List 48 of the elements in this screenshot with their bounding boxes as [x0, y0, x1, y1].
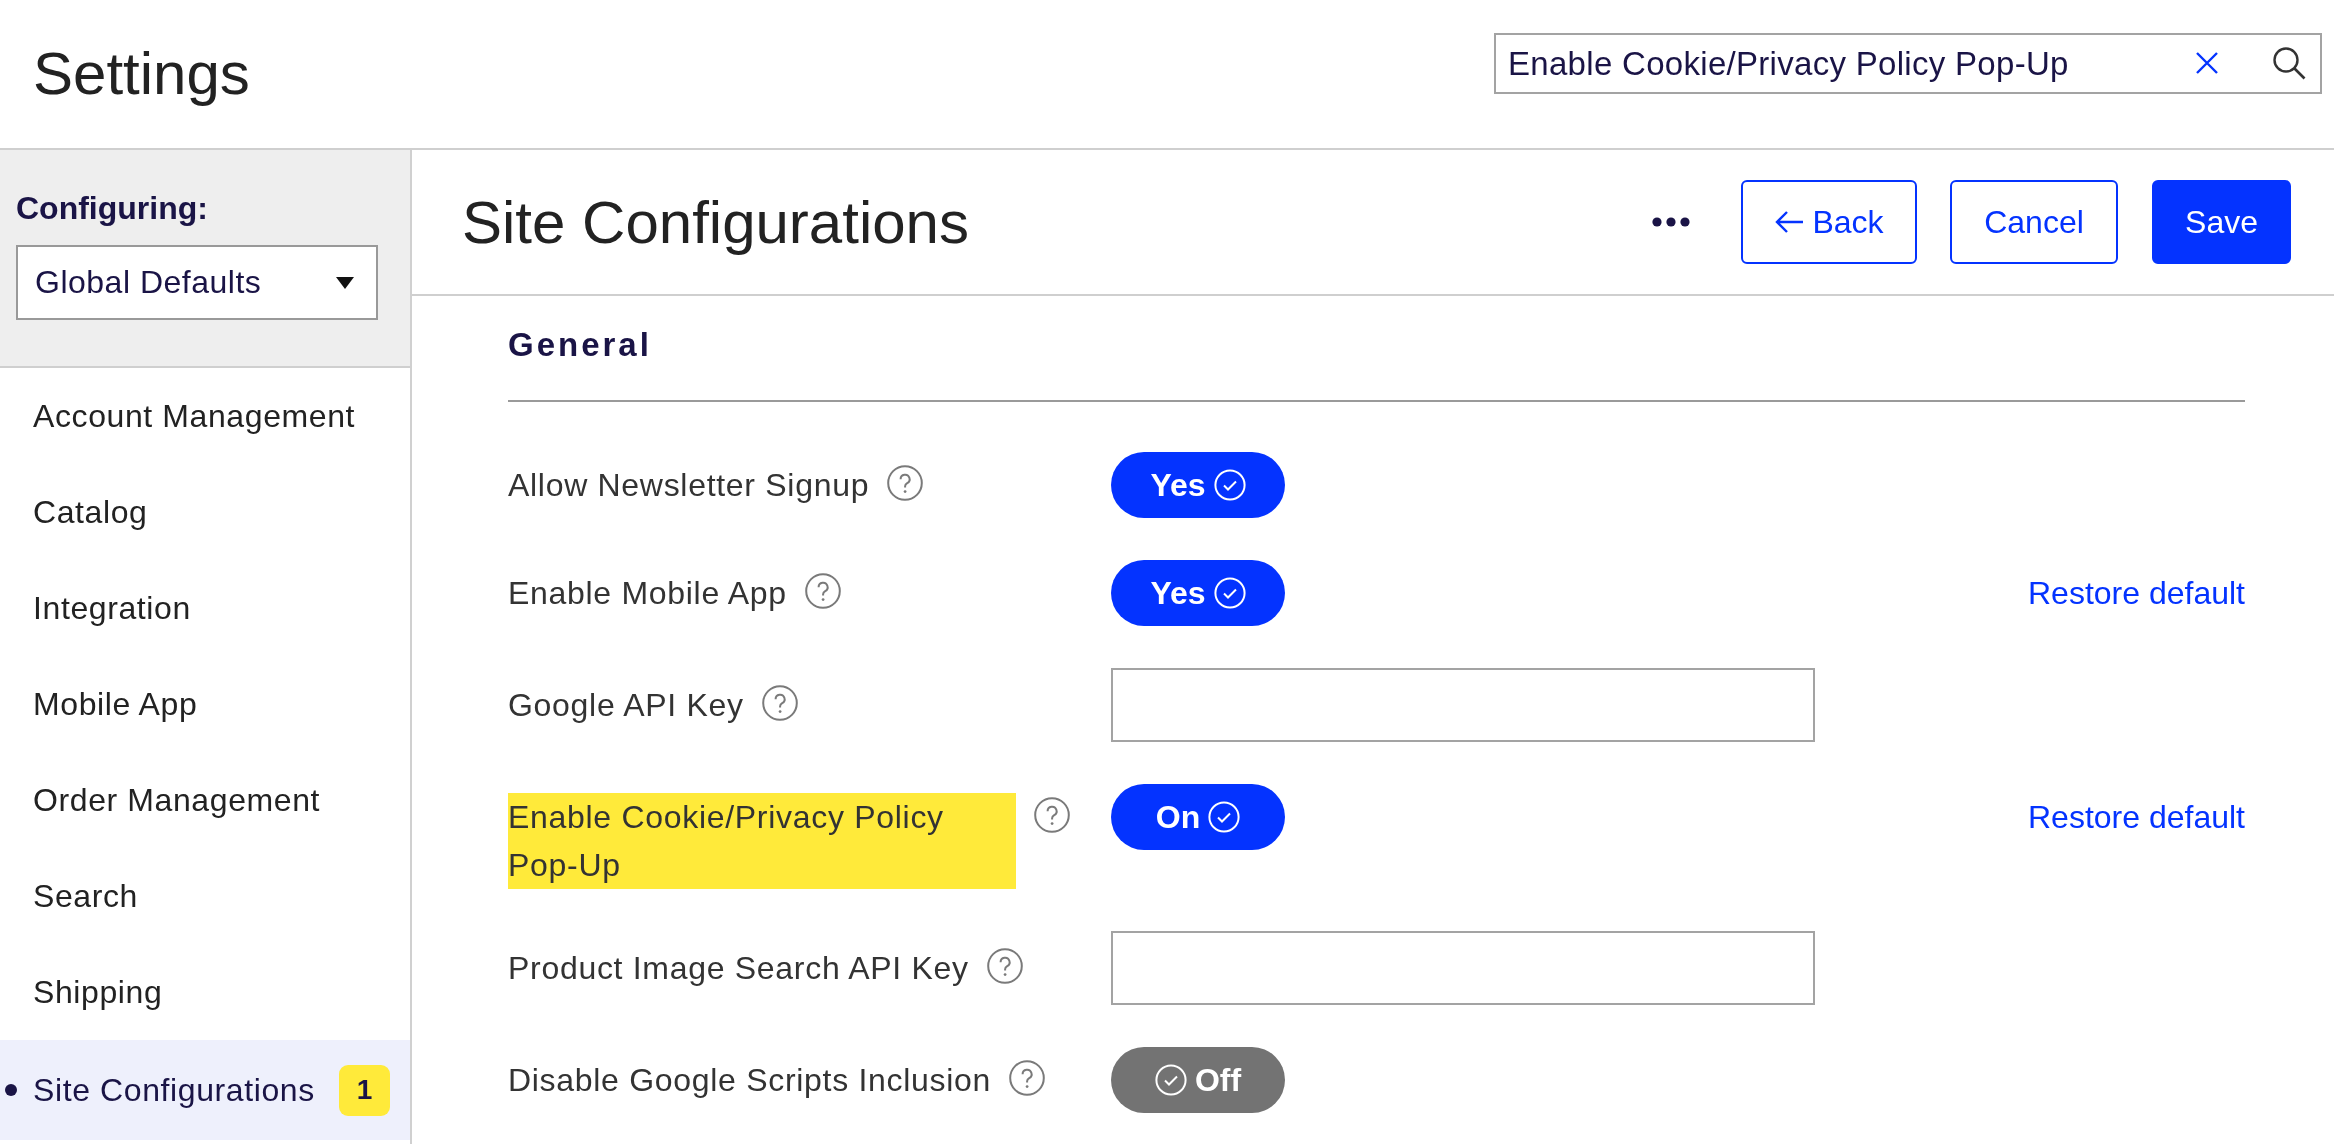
- caret-icon: [336, 276, 354, 289]
- scope-dropdown[interactable]: Global Defaults: [16, 245, 378, 320]
- clear-icon[interactable]: [2195, 51, 2219, 75]
- setting-label: Enable Mobile App: [508, 574, 787, 613]
- setting-label: Disable Google Scripts Inclusion: [508, 1061, 992, 1100]
- check-circle-icon: [1213, 469, 1246, 501]
- help-icon[interactable]: [1009, 1060, 1046, 1096]
- text-field[interactable]: [1111, 668, 1815, 742]
- cancel-button[interactable]: Cancel: [1950, 180, 2118, 264]
- sidebar-item[interactable]: Catalog: [0, 464, 410, 560]
- toggle-switch[interactable]: Yes: [1111, 452, 1285, 518]
- sidebar-item[interactable]: Site Configurations 1: [0, 1040, 410, 1140]
- help-icon[interactable]: [887, 465, 924, 501]
- sidebar-item[interactable]: Order Management: [0, 752, 410, 848]
- help-icon[interactable]: [1034, 797, 1070, 833]
- check-circle-icon: [1154, 1064, 1187, 1096]
- toggle-switch[interactable]: Yes: [1111, 560, 1285, 626]
- setting-label: Enable Cookie/Privacy Policy Pop-Up: [508, 793, 1016, 889]
- arrow-left-icon: [1774, 210, 1805, 234]
- sidebar-item[interactable]: Account Management: [0, 368, 410, 464]
- search-icon[interactable]: [2272, 46, 2306, 80]
- check-circle-icon: [1208, 801, 1241, 833]
- section-title: General: [508, 325, 652, 365]
- restore-default-link[interactable]: Restore default: [2028, 799, 2245, 835]
- restore-default-link[interactable]: Restore default: [2028, 575, 2245, 611]
- setting-label: Allow Newsletter Signup: [508, 466, 870, 505]
- setting-label: Google API Key: [508, 686, 744, 725]
- configuring-label: Configuring:: [16, 190, 209, 226]
- help-icon[interactable]: [804, 573, 841, 609]
- search-field[interactable]: Enable Cookie/Privacy Policy Pop-Up: [1494, 33, 2322, 94]
- sidebar-item[interactable]: Search: [0, 848, 410, 944]
- text-field[interactable]: [1111, 931, 1815, 1005]
- check-circle-icon: [1213, 577, 1246, 609]
- toggle-switch[interactable]: Off: [1111, 1047, 1285, 1113]
- sidebar-item[interactable]: Shipping: [0, 944, 410, 1040]
- more-icon[interactable]: [1652, 217, 1690, 227]
- setting-label: Product Image Search API Key: [508, 949, 969, 988]
- app-title: Settings: [33, 39, 250, 109]
- help-icon[interactable]: [986, 948, 1023, 984]
- toggle-switch[interactable]: On: [1111, 784, 1285, 850]
- count-badge: 1: [339, 1064, 390, 1116]
- sidebar-item[interactable]: Integration: [0, 560, 410, 656]
- sidebar-item[interactable]: Mobile App: [0, 656, 410, 752]
- bullet-icon: [5, 1084, 17, 1096]
- page-title: Site Configurations: [462, 187, 969, 257]
- save-button[interactable]: Save: [2152, 180, 2291, 264]
- help-icon[interactable]: [761, 685, 798, 721]
- back-button[interactable]: Back: [1741, 180, 1917, 264]
